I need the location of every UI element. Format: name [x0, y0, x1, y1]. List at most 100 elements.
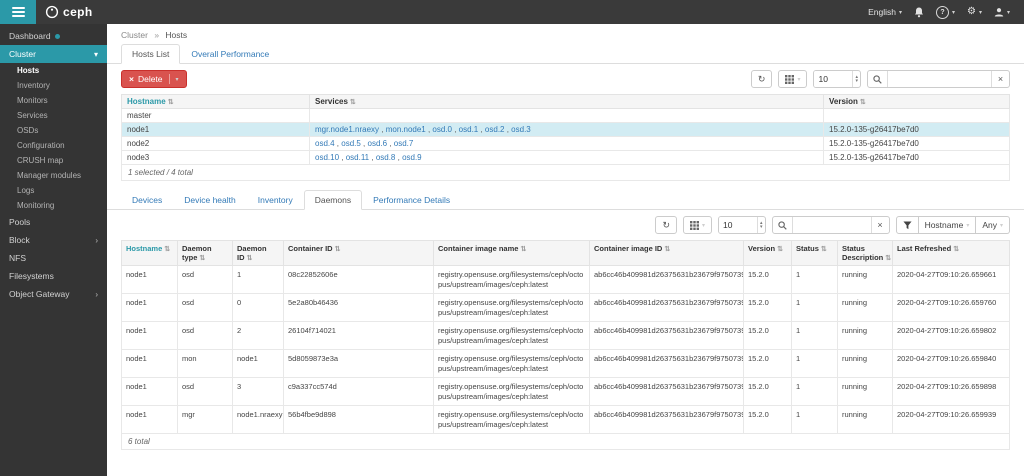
user-menu[interactable]: ▾ — [994, 7, 1010, 17]
refresh-icon: ↻ — [662, 219, 671, 230]
host-row[interactable]: node3 osd.10 , osd.11 , osd.8 , osd.9 15… — [121, 150, 1010, 165]
sidebar-item-block[interactable]: Block › — [0, 231, 107, 249]
daemons-header-status[interactable]: Status ⇅ — [791, 240, 838, 266]
hosts-tabs: Hosts List Overall Performance — [107, 44, 1024, 64]
daemon-row[interactable]: node1 osd 0 5e2a80b46436 registry.opensu… — [121, 293, 1010, 322]
daemons-header-container-id[interactable]: Container ID ⇅ — [283, 240, 434, 266]
sidebar-item-cluster[interactable]: Cluster ▾ — [0, 45, 107, 63]
notifications-button[interactable] — [914, 7, 924, 18]
breadcrumb-section[interactable]: Cluster — [121, 30, 148, 40]
page-size-spinner[interactable]: ▴ ▾ — [852, 71, 860, 87]
tab-daemons[interactable]: Daemons — [303, 190, 363, 210]
tab-hosts-list[interactable]: Hosts List — [121, 44, 181, 64]
daemons-header-last-refreshed[interactable]: Last Refreshed ⇅ — [892, 240, 1010, 266]
delete-button[interactable]: × Delete ▾ — [121, 70, 187, 88]
service-link[interactable]: osd.10 — [315, 153, 339, 162]
sidebar-item-inventory[interactable]: Inventory — [0, 78, 107, 93]
service-link[interactable]: osd.7 — [394, 139, 414, 148]
daemons-search-input[interactable] — [792, 217, 871, 233]
service-link[interactable]: osd.4 — [315, 139, 335, 148]
host-row[interactable]: master — [121, 108, 1010, 123]
status-description-cell: running — [837, 265, 893, 294]
daemons-header-version[interactable]: Version ⇅ — [743, 240, 792, 266]
daemons-header-container-image-name[interactable]: Container image name ⇅ — [433, 240, 590, 266]
tab-device-health[interactable]: Device health — [173, 190, 247, 210]
host-services-cell: osd.4 , osd.5 , osd.6 , osd.7 — [309, 136, 824, 151]
sidebar-item-services[interactable]: Services — [0, 108, 107, 123]
hosts-header-hostname[interactable]: Hostname ⇅ — [121, 94, 310, 109]
clear-search-button[interactable]: × — [991, 71, 1009, 87]
daemon-row[interactable]: node1 osd 1 08c22852606e registry.opensu… — [121, 265, 1010, 294]
ceph-logo[interactable]: ceph — [45, 5, 93, 19]
filter-field-dropdown[interactable]: Hostname ▾ — [918, 216, 977, 234]
sidebar-item-manager-modules[interactable]: Manager modules — [0, 168, 107, 183]
service-link[interactable]: osd.5 — [341, 139, 361, 148]
help-menu[interactable]: ? ▾ — [935, 5, 955, 19]
topbar-actions: English ▾ ? ▾ ⚙ ▾ ▾ — [868, 5, 1024, 19]
sidebar-item-logs[interactable]: Logs — [0, 183, 107, 198]
service-link[interactable]: mgr.node1.nraexy — [315, 125, 379, 134]
service-link[interactable]: mon.node1 — [386, 125, 426, 134]
sidebar-item-osds[interactable]: OSDs — [0, 123, 107, 138]
daemons-header-daemon-id[interactable]: Daemon ID ⇅ — [232, 240, 284, 266]
daemon-hostname-cell: node1 — [121, 293, 178, 322]
sidebar-item-hosts[interactable]: Hosts — [0, 63, 107, 78]
page-size-spinner[interactable]: ▴ ▾ — [757, 217, 765, 233]
service-link[interactable]: osd.3 — [511, 125, 531, 134]
language-menu[interactable]: English ▾ — [868, 7, 902, 17]
page-size-input[interactable]: ▴▾ — [813, 70, 861, 88]
settings-menu[interactable]: ⚙ ▾ — [967, 7, 982, 17]
hosts-search-input[interactable] — [888, 71, 991, 87]
sort-icon: ⇅ — [859, 99, 866, 106]
sidebar-item-monitoring[interactable]: Monitoring — [0, 198, 107, 213]
hosts-header-version[interactable]: Version ⇅ — [823, 94, 1010, 109]
delete-x-icon: × — [129, 74, 134, 84]
sidebar-item-crush-map[interactable]: CRUSH map — [0, 153, 107, 168]
service-link[interactable]: osd.2 — [485, 125, 505, 134]
sidebar-item-dashboard[interactable]: Dashboard — [0, 27, 107, 45]
host-version-cell: 15.2.0-135-g26417be7d0 — [823, 150, 1010, 165]
tab-inventory[interactable]: Inventory — [247, 190, 304, 210]
refresh-button[interactable]: ↻ — [655, 216, 678, 234]
service-link[interactable]: osd.11 — [346, 153, 369, 162]
daemons-header-status-description[interactable]: Status Description ⇅ — [837, 240, 893, 266]
tab-overall-performance[interactable]: Overall Performance — [180, 44, 280, 64]
service-link[interactable]: osd.9 — [402, 153, 422, 162]
tab-devices[interactable]: Devices — [121, 190, 173, 210]
host-row[interactable]: node1 mgr.node1.nraexy , mon.node1 , osd… — [121, 122, 1010, 137]
host-row[interactable]: node2 osd.4 , osd.5 , osd.6 , osd.7 15.2… — [121, 136, 1010, 151]
daemons-header-hostname[interactable]: Hostname ⇅ — [121, 240, 178, 266]
sidebar-item-nfs[interactable]: NFS — [0, 249, 107, 267]
clear-search-button[interactable]: × — [870, 217, 889, 233]
filter-value-dropdown[interactable]: Any ▾ — [976, 216, 1010, 234]
hosts-header-services[interactable]: Services ⇅ — [309, 94, 824, 109]
page-size-value[interactable] — [814, 71, 853, 87]
page-size-value[interactable] — [719, 217, 758, 233]
column-picker-button[interactable]: ▾ — [683, 216, 713, 234]
daemon-row[interactable]: node1 osd 2 26104f714021 registry.opensu… — [121, 321, 1010, 350]
container-image-name-cell: registry.opensuse.org/filesystems/ceph/o… — [433, 265, 590, 294]
sidebar-item-configuration[interactable]: Configuration — [0, 138, 107, 153]
container-image-name-cell: registry.opensuse.org/filesystems/ceph/o… — [433, 321, 590, 350]
service-link[interactable]: osd.1 — [459, 125, 479, 134]
sidebar-item-filesystems[interactable]: Filesystems — [0, 267, 107, 285]
sidebar-item-pools[interactable]: Pools — [0, 213, 107, 231]
daemons-header-container-image-id[interactable]: Container image ID ⇅ — [589, 240, 744, 266]
tab-performance-details[interactable]: Performance Details — [362, 190, 461, 210]
daemons-header-daemon-type[interactable]: Daemon type ⇅ — [177, 240, 233, 266]
service-link[interactable]: osd.0 — [432, 125, 452, 134]
page-size-input[interactable]: ▴▾ — [718, 216, 766, 234]
sidebar-item-monitors[interactable]: Monitors — [0, 93, 107, 108]
daemon-row[interactable]: node1 mon node1 5d8059873e3a registry.op… — [121, 349, 1010, 378]
service-link[interactable]: osd.8 — [376, 153, 396, 162]
filter-button[interactable] — [895, 216, 919, 234]
service-link[interactable]: osd.6 — [368, 139, 388, 148]
sidebar-toggle-button[interactable] — [0, 0, 36, 24]
status-cell: 1 — [791, 349, 838, 378]
column-picker-button[interactable]: ▾ — [778, 70, 808, 88]
refresh-button[interactable]: ↻ — [750, 70, 773, 88]
sidebar-item-object-gateway[interactable]: Object Gateway › — [0, 285, 107, 303]
daemon-row[interactable]: node1 mgr node1.nraexy 56b4fbe9d898 regi… — [121, 405, 1010, 434]
status-description-cell: running — [837, 349, 893, 378]
daemon-row[interactable]: node1 osd 3 c9a337cc574d registry.opensu… — [121, 377, 1010, 406]
